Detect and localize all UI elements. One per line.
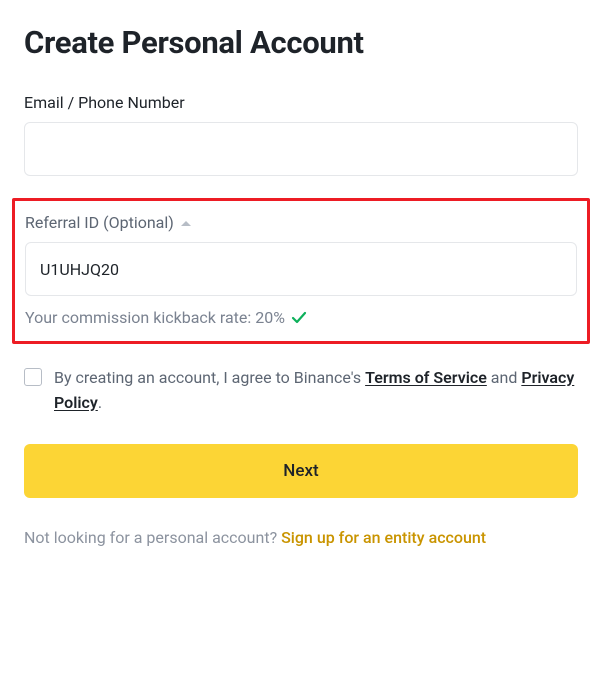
footer-prompt: Not looking for a personal account? bbox=[24, 528, 281, 547]
email-phone-input[interactable] bbox=[24, 122, 578, 176]
kickback-text: Your commission kickback rate: 20% bbox=[25, 308, 285, 327]
referral-highlight-box: Referral ID (Optional) Your commission k… bbox=[12, 198, 590, 344]
page-title: Create Personal Account bbox=[24, 24, 578, 61]
terms-link[interactable]: Terms of Service bbox=[365, 368, 487, 387]
entity-signup-link[interactable]: Sign up for an entity account bbox=[281, 528, 486, 547]
kickback-row: Your commission kickback rate: 20% bbox=[25, 308, 577, 327]
consent-text: By creating an account, I agree to Binan… bbox=[54, 366, 578, 416]
referral-label-row[interactable]: Referral ID (Optional) bbox=[25, 213, 577, 232]
consent-checkbox[interactable] bbox=[24, 368, 42, 386]
consent-row: By creating an account, I agree to Binan… bbox=[24, 366, 578, 416]
next-button[interactable]: Next bbox=[24, 444, 578, 498]
consent-connector: and bbox=[487, 368, 522, 387]
email-phone-group: Email / Phone Number bbox=[24, 93, 578, 176]
consent-suffix: . bbox=[98, 393, 102, 412]
referral-label-text: Referral ID (Optional) bbox=[25, 213, 174, 232]
email-phone-label: Email / Phone Number bbox=[24, 93, 578, 112]
caret-up-icon bbox=[180, 219, 192, 227]
checkmark-icon bbox=[291, 310, 307, 326]
consent-prefix: By creating an account, I agree to Binan… bbox=[54, 368, 365, 387]
footer-row: Not looking for a personal account? Sign… bbox=[24, 526, 578, 551]
referral-input[interactable] bbox=[25, 242, 577, 296]
